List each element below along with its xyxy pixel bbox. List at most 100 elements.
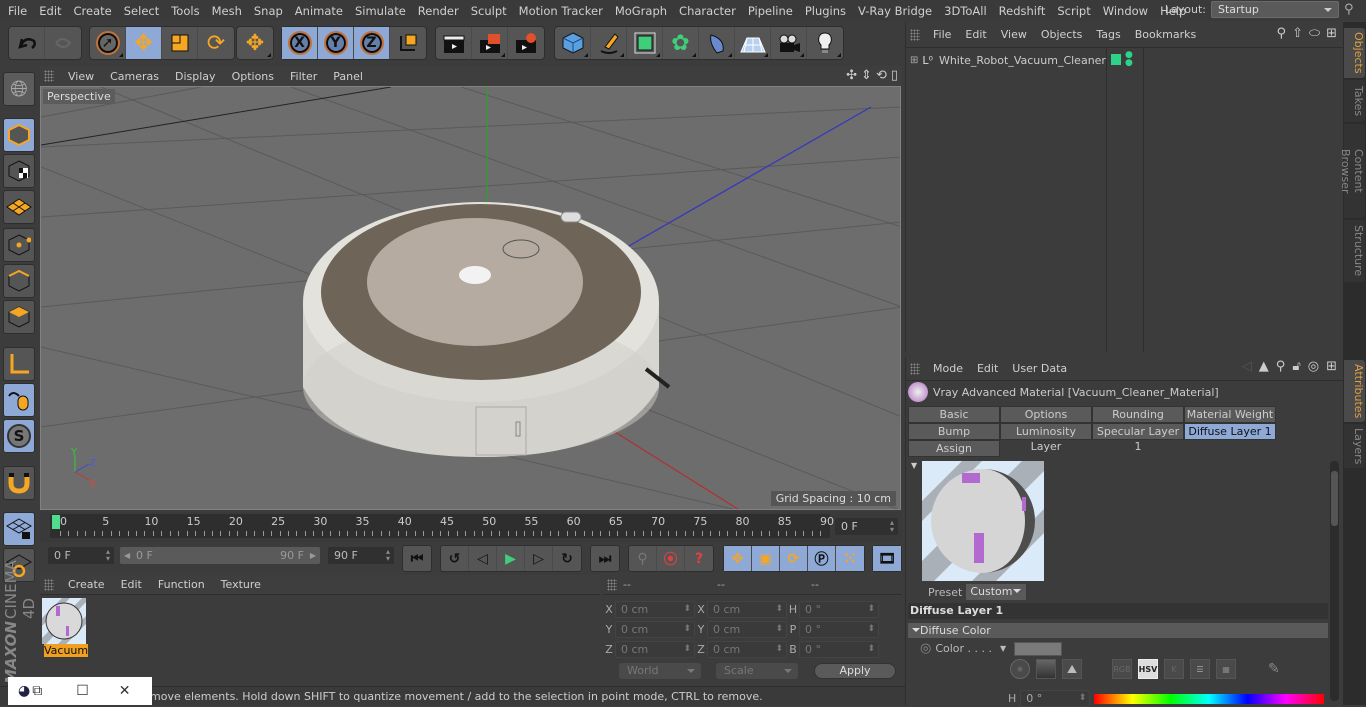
points-mode-button[interactable]	[3, 228, 35, 262]
tab-specular-layer-1[interactable]: Specular Layer 1	[1092, 423, 1184, 453]
move-tool-button[interactable]: ✥	[126, 27, 162, 59]
current-frame-field[interactable]: 0 F ▴ ▾	[835, 518, 898, 535]
object-row[interactable]: ⊞ L⁰ White_Robot_Vacuum_Cleaner ● ●	[906, 50, 1344, 70]
pos-x-field[interactable]: 0 cm	[615, 601, 695, 618]
menu-3dtoall[interactable]: 3DToAll	[938, 4, 993, 18]
menu-tools[interactable]: Tools	[165, 4, 205, 18]
floor-button[interactable]	[735, 27, 771, 59]
playhead[interactable]	[52, 515, 60, 529]
kelvin-mode-button[interactable]: K	[1164, 659, 1184, 679]
viewport-menu-options[interactable]: Options	[224, 70, 282, 83]
menu-pipeline[interactable]: Pipeline	[742, 4, 799, 18]
viewport-menu-cameras[interactable]: Cameras	[102, 70, 167, 83]
target-icon[interactable]: ◎	[1308, 359, 1319, 374]
rotate-tool-button[interactable]: ⟳	[198, 27, 234, 59]
preset-dropdown[interactable]: Custom	[966, 584, 1027, 600]
tab-options[interactable]: Options	[1000, 406, 1092, 423]
menu-file[interactable]: File	[0, 4, 33, 18]
material-menu-create[interactable]: Create	[60, 578, 113, 591]
scale-tool-button[interactable]	[162, 27, 198, 59]
robot-vacuum-model[interactable]	[303, 202, 671, 457]
subdivision-button[interactable]	[627, 27, 663, 59]
menu-select[interactable]: Select	[118, 4, 165, 18]
menu-simulate[interactable]: Simulate	[349, 4, 412, 18]
scrollbar-thumb[interactable]	[1331, 471, 1338, 526]
texture-mode-button[interactable]	[3, 154, 35, 188]
side-tab-attributes[interactable]: Attributes	[1344, 360, 1365, 422]
search-icon[interactable]: ⚲	[1344, 2, 1366, 17]
tab-luminosity-layer[interactable]: Luminosity Layer	[1000, 423, 1092, 453]
home-up-icon[interactable]: ⇧	[1292, 26, 1303, 41]
range-left-arrow-icon[interactable]: ◀	[124, 547, 130, 564]
menu-create[interactable]: Create	[68, 4, 118, 18]
axis-mode-button[interactable]	[3, 347, 35, 381]
tab-material-weight[interactable]: Material Weight	[1184, 406, 1276, 423]
attributes-scrollbar[interactable]	[1330, 461, 1339, 701]
expand-plus-icon[interactable]: ⊞	[910, 55, 918, 66]
lock-icon[interactable]: 🔓︎	[1292, 359, 1300, 374]
size-z-field[interactable]: 0 cm	[707, 641, 787, 658]
spectrum-button[interactable]	[1036, 659, 1056, 679]
end-frame-field[interactable]: 90 F ▴ ▾	[328, 547, 394, 564]
objects-menu-objects[interactable]: Objects	[1034, 28, 1090, 41]
object-name[interactable]: White_Robot_Vacuum_Cleaner	[939, 54, 1106, 67]
panel-grip[interactable]	[910, 28, 920, 41]
cloner-button[interactable]: ✿	[663, 27, 699, 59]
light-button[interactable]	[807, 27, 843, 59]
orbit-view-icon[interactable]: ⟲	[876, 68, 887, 83]
mixer-button[interactable]: ☰	[1190, 659, 1210, 679]
size-mode-dropdown[interactable]: Scale	[716, 663, 798, 679]
key-rotation-toggle[interactable]: ⟳	[780, 546, 808, 571]
hue-slider[interactable]	[1094, 693, 1325, 704]
material-menu-function[interactable]: Function	[150, 578, 213, 591]
material-name[interactable]: Vacuum	[44, 644, 88, 657]
viewport-menu-view[interactable]: View	[60, 70, 102, 83]
goto-start-button[interactable]: ⏮	[403, 546, 431, 571]
color-swatch[interactable]	[1014, 641, 1063, 656]
recent-tool-button[interactable]: ✥	[237, 27, 273, 59]
start-frame-field[interactable]: 0 F ▴ ▾	[48, 547, 114, 564]
menu-script[interactable]: Script	[1051, 4, 1096, 18]
snap-button[interactable]	[3, 466, 35, 500]
pen-spline-button[interactable]	[591, 27, 627, 59]
side-tab-takes[interactable]: Takes	[1344, 80, 1365, 122]
pos-y-field[interactable]: 0 cm	[615, 621, 695, 638]
objects-menu-tags[interactable]: Tags	[1089, 28, 1127, 41]
frame-range-slider[interactable]: ◀ 0 F 90 F ▶	[120, 547, 320, 564]
pan-view-icon[interactable]: ✣	[846, 68, 857, 83]
dolly-view-icon[interactable]: ⇕	[861, 68, 872, 83]
menu-snap[interactable]: Snap	[248, 4, 289, 18]
material-menu-texture[interactable]: Texture	[213, 578, 269, 591]
animation-radio-icon[interactable]: ◎	[920, 641, 931, 656]
pos-z-field[interactable]: 0 cm	[615, 641, 695, 658]
back-arrow-icon[interactable]: ◁	[1242, 359, 1252, 374]
objects-menu-edit[interactable]: Edit	[958, 28, 993, 41]
up-arrow-icon[interactable]: ▲	[1259, 359, 1269, 374]
coordinate-space-dropdown[interactable]: World	[619, 663, 701, 679]
viewport-menu-panel[interactable]: Panel	[325, 70, 371, 83]
objects-menu-file[interactable]: File	[926, 28, 958, 41]
tweak-mode-button[interactable]	[3, 383, 35, 417]
render-settings-button[interactable]	[508, 27, 544, 59]
tab-assign[interactable]: Assign	[908, 440, 1000, 457]
menu-redshift[interactable]: Redshift	[993, 4, 1052, 18]
side-tab-objects[interactable]: Objects	[1344, 28, 1365, 78]
attributes-menu-user-data[interactable]: User Data	[1005, 362, 1074, 375]
edges-mode-button[interactable]	[3, 264, 35, 298]
image-picker-button[interactable]: ⛰︎	[1062, 659, 1082, 679]
play-button[interactable]: ▶	[497, 546, 525, 571]
layer-color-tag[interactable]	[1111, 54, 1121, 65]
objects-menu-view[interactable]: View	[994, 28, 1034, 41]
rot-h-field[interactable]: 0 °	[799, 601, 879, 618]
autokey-button[interactable]: ?	[685, 546, 713, 571]
menu-motion-tracker[interactable]: Motion Tracker	[513, 4, 609, 18]
panel-grip[interactable]	[44, 578, 54, 591]
timeline-ruler[interactable]: 0 5 10 15 20 25 30 35 40 45 50 55 60 65 70 75 80 85 90	[50, 514, 834, 538]
make-editable-button[interactable]: 🌐︎	[3, 72, 35, 106]
timeline-window-button[interactable]: 🎞︎	[873, 546, 901, 571]
diffuse-color-group-header[interactable]: Diffuse Color	[908, 623, 1328, 638]
attributes-menu-edit[interactable]: Edit	[970, 362, 1005, 375]
search-icon[interactable]: ⚲	[1276, 359, 1286, 374]
solo-mode-button[interactable]: S	[3, 419, 35, 453]
menu-vray-bridge[interactable]: V-Ray Bridge	[852, 4, 938, 18]
